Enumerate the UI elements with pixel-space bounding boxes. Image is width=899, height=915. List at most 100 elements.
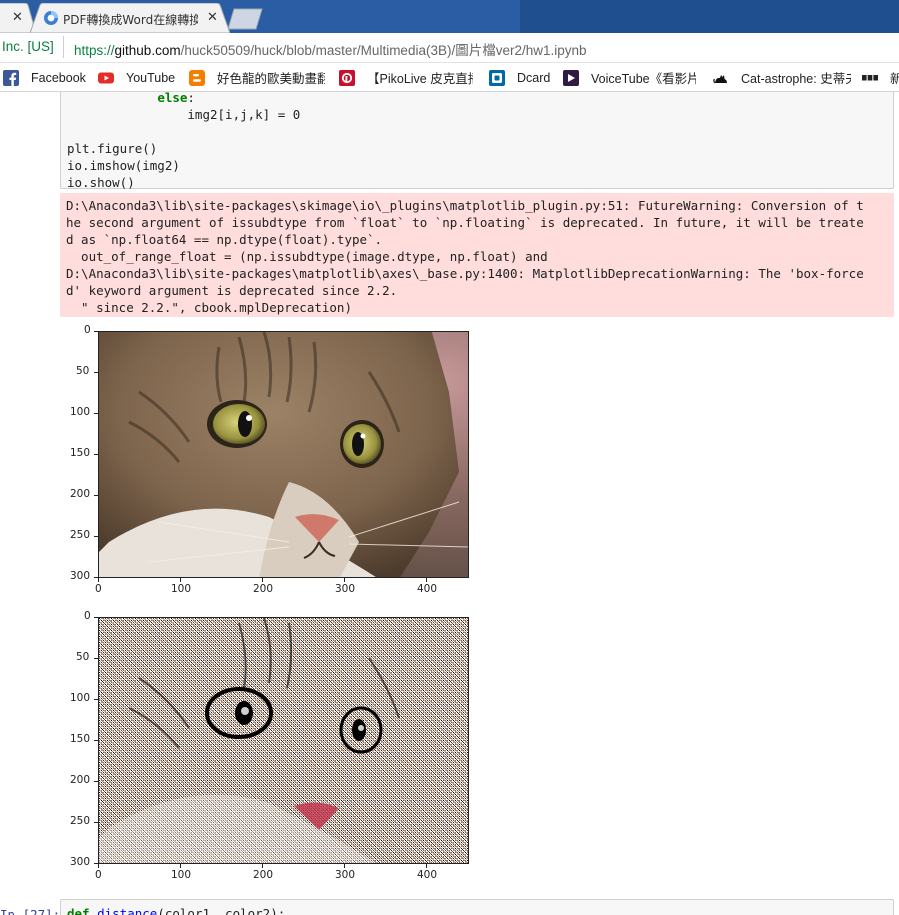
youtube-icon [98,72,114,83]
bookmark-label: Dcard [517,70,551,85]
x-tick-mark [180,578,181,582]
close-icon[interactable]: ✕ [207,10,218,25]
y-tick-mark [94,699,98,700]
bookmark-blogger[interactable]: 好色龍的歐美動畫翻譯 [189,68,325,87]
x-tick-mark [344,864,345,868]
bookmark-bbc[interactable]: 新 [862,68,899,87]
y-tick-label: 200 [70,774,91,786]
x-tick-label: 400 [417,583,438,595]
x-tick-label: 0 [95,583,102,595]
pikolive-icon [339,69,355,86]
cat-photo-graphic [99,332,468,577]
x-tick-mark [98,864,99,868]
bookmark-youtube[interactable]: YouTube [98,68,175,87]
url-protocol: https:// [74,43,115,58]
cat-icon [713,74,727,83]
y-tick-mark [94,454,98,455]
bookmark-label: 新 [890,68,899,87]
warning-line: D:\Anaconda3\lib\site-packages\skimage\i… [66,198,864,213]
x-tick-label: 200 [253,583,274,595]
secure-site-label[interactable]: Inc. [US] [2,39,54,54]
warning-line: D:\Anaconda3\lib\site-packages\matplotli… [66,266,864,281]
image-plot-original: 0 50 100 150 200 250 300 0 100 200 300 4… [70,324,498,606]
warning-line: " since 2.2.", cbook.mplDeprecation) [66,300,352,315]
bookmark-label: YouTube [126,70,176,85]
cell-prompt: In [27]: [0,907,61,915]
code-line: def distance(color1, color2): [67,906,286,915]
pdf-convert-icon [44,11,58,25]
y-tick-label: 50 [76,651,90,663]
warning-text: D:\Anaconda3\lib\site-packages\skimage\i… [66,197,864,316]
y-tick-mark [94,413,98,414]
bookmark-label: Facebook [31,70,86,85]
y-tick-mark [94,372,98,373]
y-tick-label: 100 [70,692,91,704]
y-tick-mark [94,331,98,332]
x-tick-mark [426,864,427,868]
y-tick-mark [94,536,98,537]
y-tick-mark [94,658,98,659]
bookmark-cat-astrophe[interactable]: Cat-astrophe: 史蒂夫 [713,68,851,87]
bookmark-label: 好色龍的歐美動畫翻譯 [217,72,325,86]
cat-dithered-graphic [99,618,468,863]
stderr-output: D:\Anaconda3\lib\site-packages\skimage\i… [60,193,894,317]
url-field[interactable]: https://github.com/huck50509/huck/blob/m… [74,39,587,59]
y-tick-label: 200 [70,488,91,500]
warning-line: d as `np.float64 == np.dtype(float).type… [66,232,383,247]
tab-active[interactable]: PDF轉換成Word在線轉換 ✕ [30,3,230,33]
y-tick-label: 150 [70,447,91,459]
warning-line: out_of_range_float = (np.issubdtype(imag… [66,249,548,264]
warning-line: d' keyword argument is deprecated since … [66,283,398,298]
y-tick-mark [94,617,98,618]
x-tick-mark [98,578,99,582]
bookmark-pikolive[interactable]: 【PikoLive 皮克直播】 [339,68,473,87]
y-tick-label: 0 [84,324,91,336]
y-tick-label: 0 [84,610,91,622]
dcard-icon [489,69,505,86]
y-tick-mark [94,822,98,823]
code-block: else: img2[i,j,k] = 0 plt.figure() io.im… [67,92,300,191]
x-tick-label: 0 [95,869,102,881]
divider [63,36,64,58]
x-tick-label: 100 [171,869,192,881]
y-tick-label: 100 [70,406,91,418]
url-host: github.com [114,43,181,58]
x-tick-label: 100 [171,583,192,595]
y-tick-label: 250 [70,815,91,827]
code-line: io.show() [67,175,135,190]
x-tick-mark [426,578,427,582]
code-line: img2[i,j,k] = 0 [67,107,301,122]
code-cell[interactable]: else: img2[i,j,k] = 0 plt.figure() io.im… [60,92,894,191]
bookmark-label: Cat-astrophe: 史蒂夫 [741,72,851,86]
bbc-icon [862,74,878,80]
y-tick-label: 150 [70,733,91,745]
x-tick-label: 300 [335,583,356,595]
voicetube-icon [563,69,579,86]
y-tick-mark [94,781,98,782]
x-tick-mark [344,578,345,582]
tab-strip-background [520,0,899,33]
code-line: plt.figure() [67,141,158,156]
x-tick-mark [180,864,181,868]
address-bar[interactable]: Inc. [US] https://github.com/huck50509/h… [0,33,899,63]
y-tick-label: 50 [76,365,90,377]
close-icon[interactable]: ✕ [12,10,23,25]
image-plot-dithered: 0 50 100 150 200 250 300 0 100 200 300 4… [70,610,498,892]
x-tick-label: 300 [335,869,356,881]
x-tick-label: 200 [253,869,274,881]
y-tick-label: 250 [70,529,91,541]
facebook-icon [3,69,19,86]
code-cell[interactable]: def distance(color1, color2): [60,899,894,915]
bookmark-voicetube[interactable]: VoiceTube《看影片學英語》 [563,68,696,87]
bookmark-facebook[interactable]: Facebook [3,68,86,87]
cat-dithered-image [98,617,469,864]
tab-title: PDF轉換成Word在線轉換 [63,13,198,27]
x-tick-label: 400 [417,869,438,881]
y-tick-label: 300 [70,570,91,582]
y-tick-label: 300 [70,856,91,868]
code-line: else: [157,92,195,105]
tab-strip: ✕ PDF轉換成Word在線轉換 ✕ [0,0,899,33]
bookmarks-bar: Facebook YouTube 好色龍的歐美動畫翻譯 【PikoLive 皮克… [0,63,899,92]
bookmark-dcard[interactable]: Dcard [489,68,550,87]
x-tick-mark [262,864,263,868]
